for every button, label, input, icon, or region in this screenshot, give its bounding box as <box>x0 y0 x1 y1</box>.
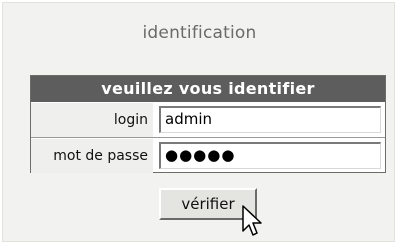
login-label: login <box>31 103 153 137</box>
password-label: mot de passe <box>31 139 153 173</box>
row-divider <box>31 137 385 138</box>
login-row: login admin <box>31 103 385 137</box>
login-input[interactable]: admin <box>159 106 381 133</box>
password-row: mot de passe ●●●●● <box>31 139 385 173</box>
page-title: identification <box>142 23 257 43</box>
mouse-pointer-icon <box>242 205 262 236</box>
password-input[interactable]: ●●●●● <box>159 142 381 169</box>
form-heading: veuillez vous identifier <box>31 76 385 102</box>
login-form: veuillez vous identifier login admin mot… <box>30 75 386 173</box>
